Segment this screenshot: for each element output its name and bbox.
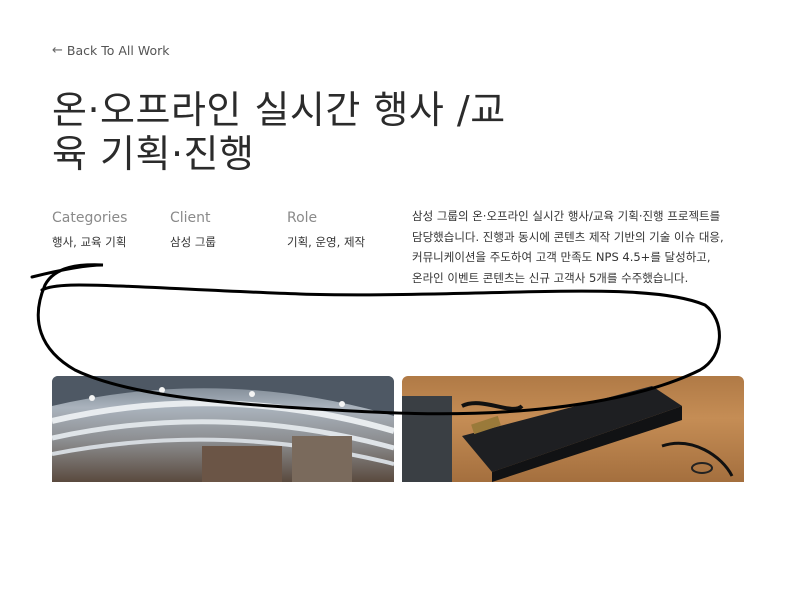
client-value: 삼성 그룹: [170, 235, 216, 249]
page-title: 온·오프라인 실시간 행사 /교 육 기획·진행: [52, 88, 572, 176]
description-line: 온라인 이벤트 콘텐츠는 신규 고객사 5개를 수주했습니다.: [412, 270, 689, 285]
role-label: Role: [287, 210, 318, 226]
arrow-left-icon: ←: [52, 43, 63, 58]
description-line: 커뮤니케이션을 주도하여 고객 만족도 NPS 4.5+를 달성하고,: [412, 250, 711, 264]
hdmi-device-photo[interactable]: [402, 376, 744, 482]
back-to-all-work-link[interactable]: ← Back To All Work: [52, 43, 169, 58]
client-label: Client: [170, 210, 211, 226]
meta-role: Role 기획, 운영, 제작: [287, 210, 365, 250]
meta-client: Client 삼성 그룹: [170, 210, 216, 250]
categories-label: Categories: [52, 210, 128, 226]
event-hall-illustration: [52, 376, 394, 482]
back-link-label: Back To All Work: [66, 43, 170, 58]
meta-categories: Categories 행사, 교육 기획: [52, 210, 127, 250]
hdmi-device-illustration: [402, 386, 734, 482]
categories-value: 행사, 교육 기획: [52, 235, 127, 249]
description-line: 담당했습니다. 진행과 동시에 콘텐츠 제작 기반의 기술 이슈 대응,: [412, 229, 724, 244]
role-value: 기획, 운영, 제작: [287, 235, 366, 249]
title-line-1: 온·오프라인 실시간 행사 /교: [52, 88, 506, 132]
event-hall-photo[interactable]: [52, 376, 394, 482]
project-description: 삼성 그룹의 온·오프라인 실시간 행사/교육 기획·진행 프로젝트를 담당했습…: [412, 206, 742, 288]
title-line-2: 육 기획·진행: [52, 132, 255, 176]
description-line: 삼성 그룹의 온·오프라인 실시간 행사/교육 기획·진행 프로젝트를: [412, 209, 721, 223]
